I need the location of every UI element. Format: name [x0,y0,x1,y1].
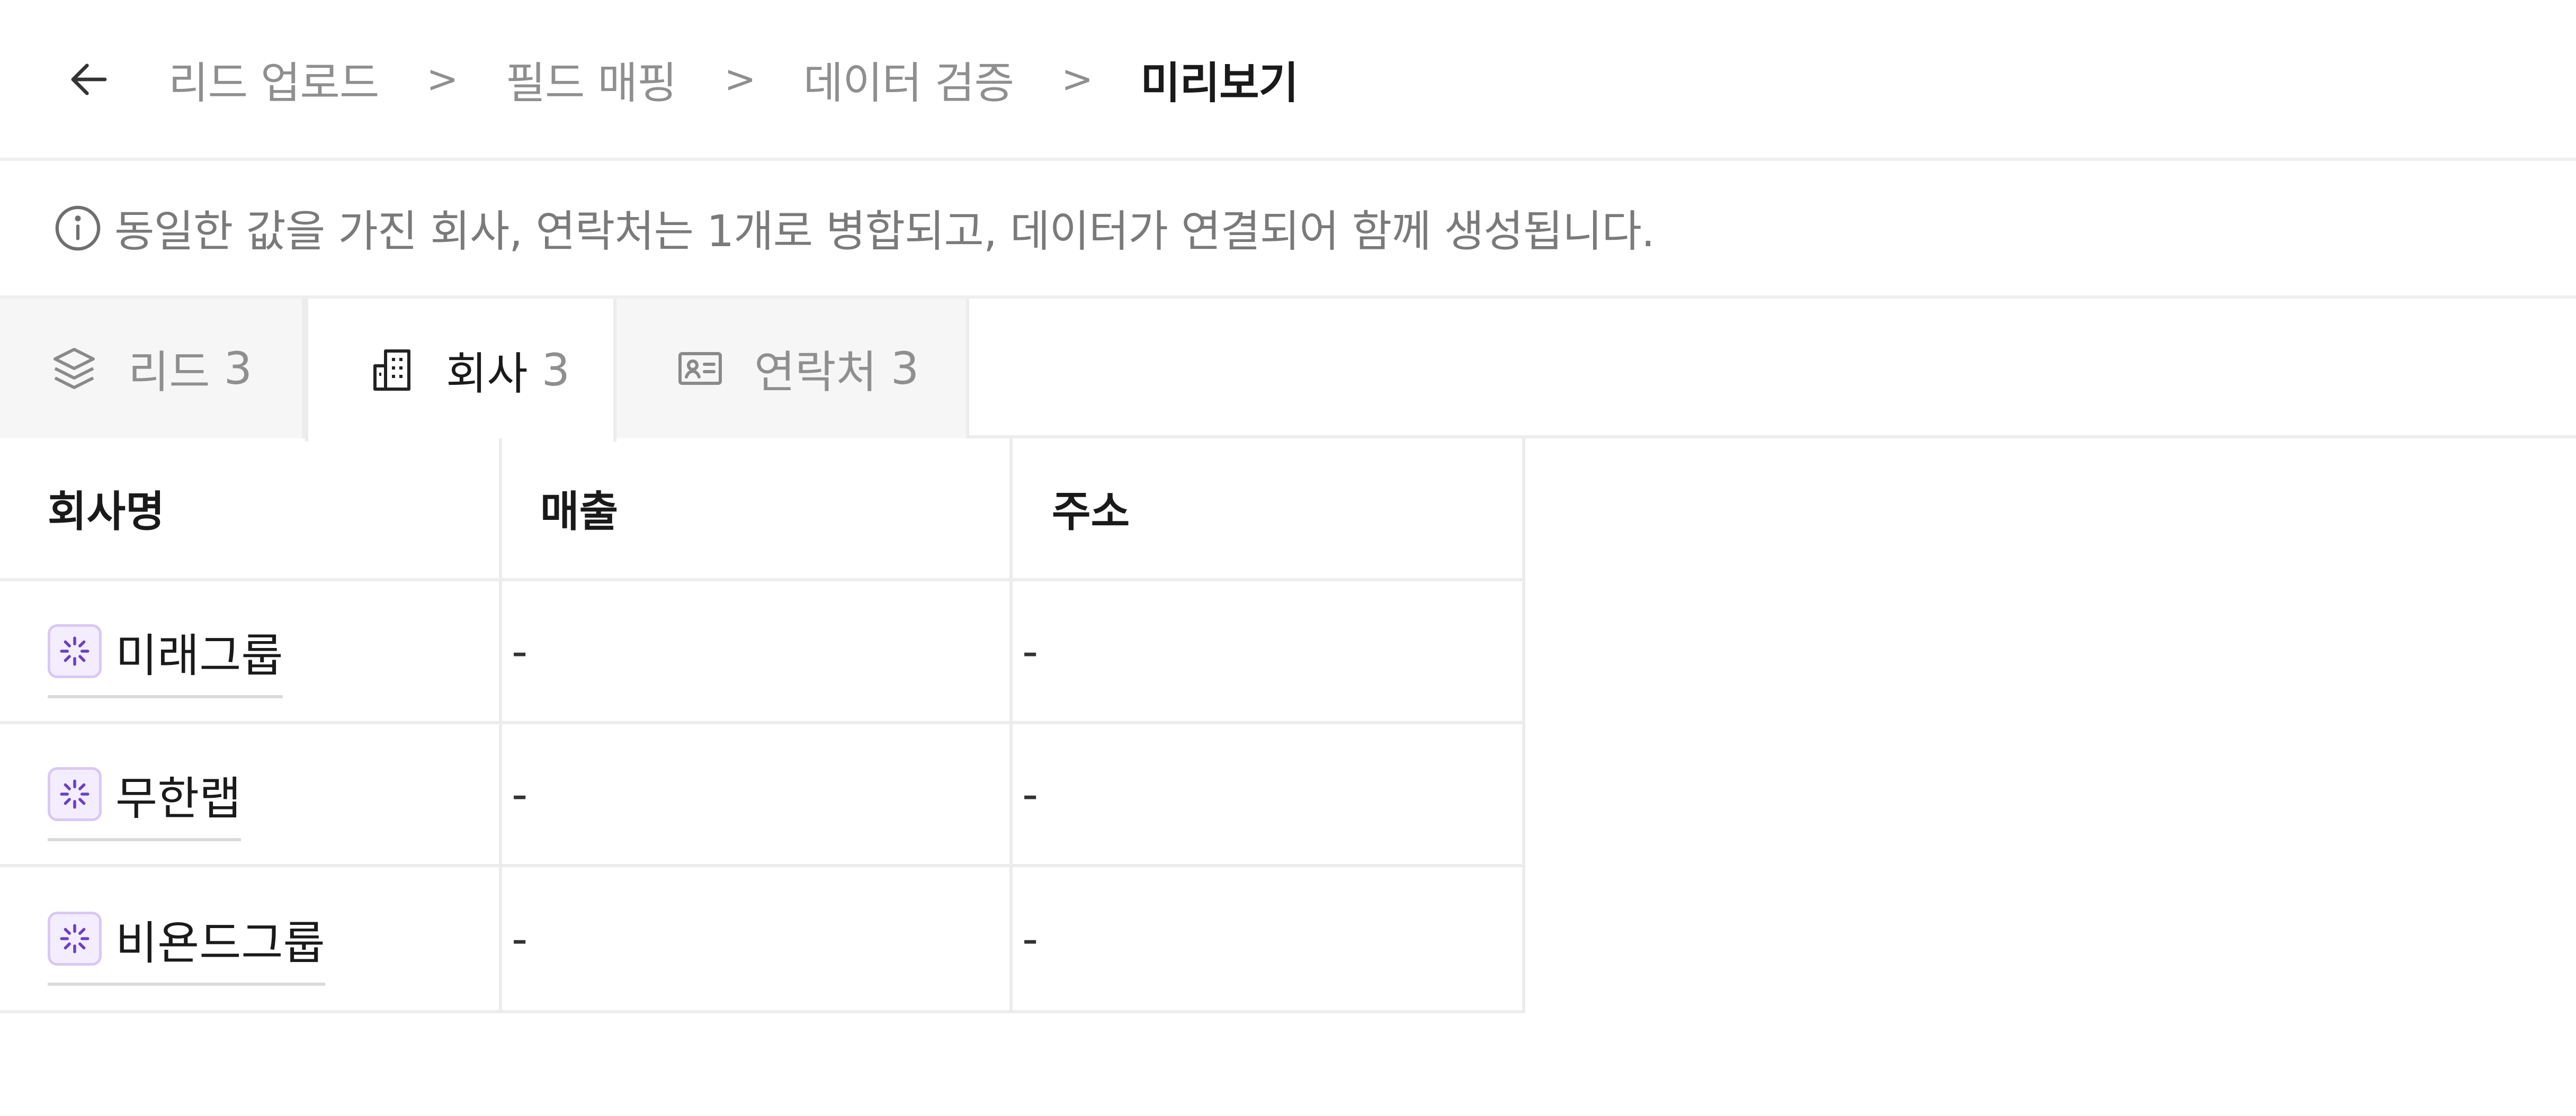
breadcrumb-step-preview: 미리보기 [1140,58,1299,109]
address-cell: - [1022,625,1039,677]
tab-companies-label: 회사 [446,347,528,400]
loading-sparkle-icon [60,924,90,953]
enrichment-badge [48,624,102,678]
tab-contacts-label: 연락처 [754,346,877,398]
company-link[interactable]: 미래그룹 [48,618,283,698]
company-name: 무한랩 [115,772,241,825]
tab-leads-count: 3 [223,343,253,394]
table-row: 비욘드그룹 - - [0,867,1522,1010]
breadcrumb-step-upload[interactable]: 리드 업로드 [168,48,379,111]
tab-leads[interactable]: 리드 3 [0,299,305,438]
tab-companies[interactable]: 회사 3 [305,299,616,442]
company-name: 미래그룹 [115,629,283,682]
breadcrumb: 리드 업로드 > 필드 매핑 > 데이터 검증 > 미리보기 [168,0,1299,158]
company-name-cell: 무한랩 [0,724,502,864]
column-header-address: 주소 [1052,487,1130,536]
column-header-company-name: 회사명 [0,438,502,578]
tab-leads-label: 리드 [128,346,210,398]
loading-sparkle-icon [60,779,90,809]
breadcrumb-step-validation[interactable]: 데이터 검증 [803,48,1014,111]
table-header-row: 회사명 매출 주소 [0,438,1522,581]
breadcrumb-separator: > [724,57,756,101]
enrichment-badge [48,767,102,821]
lead-upload-preview-page: 리드 업로드 > 필드 매핑 > 데이터 검증 > 미리보기 동일한 값을 가진… [0,0,2576,1116]
address-cell: - [1022,913,1039,965]
company-name-cell: 미래그룹 [0,581,502,721]
info-circle-icon [55,205,101,251]
breadcrumb-header: 리드 업로드 > 필드 매핑 > 데이터 검증 > 미리보기 [0,0,2576,161]
enrichment-badge [48,912,102,966]
merge-info-text: 동일한 값을 가진 회사, 연락처는 1개로 병합되고, 데이터가 연결되어 함… [114,206,1655,257]
company-link[interactable]: 무한랩 [48,761,241,841]
tab-contacts-count: 3 [890,343,919,394]
column-header-revenue: 매출 [502,438,1013,578]
revenue-cell: - [502,867,1013,1010]
building-icon [373,349,410,391]
table-row: 무한랩 - - [0,724,1522,867]
companies-table: 회사명 매출 주소 미래그룹 - - 무한랩 - - 비욘드그룹 - - [0,438,1525,1013]
tab-companies-count: 3 [541,344,570,396]
revenue-cell: - [502,724,1013,864]
company-name-cell: 비욘드그룹 [0,867,502,1010]
breadcrumb-step-field-mapping[interactable]: 필드 매핑 [506,48,677,111]
arrow-left-icon [71,64,107,95]
breadcrumb-separator: > [1061,57,1093,101]
contact-card-icon [678,352,722,385]
layers-icon [53,348,95,389]
entity-tabs: 리드 3 회사 3 연락처 3 [0,299,2576,442]
company-name: 비욘드그룹 [115,916,325,970]
loading-sparkle-icon [60,636,90,666]
company-link[interactable]: 비욘드그룹 [48,906,325,986]
back-button[interactable] [62,53,115,106]
address-cell: - [1022,768,1039,820]
tab-contacts[interactable]: 연락처 3 [616,299,969,438]
breadcrumb-separator: > [426,57,458,101]
revenue-cell: - [502,581,1013,721]
table-row: 미래그룹 - - [0,581,1522,724]
